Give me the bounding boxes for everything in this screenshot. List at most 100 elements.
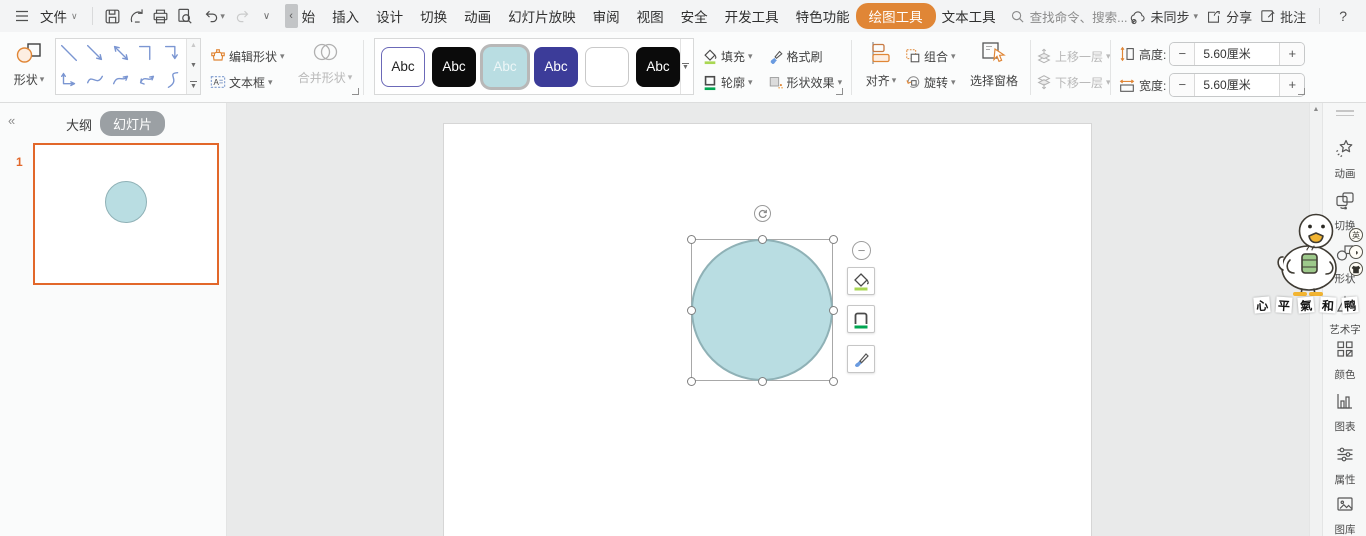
shape-style-preset[interactable]: Abc — [534, 47, 578, 87]
comment-button[interactable]: 批注 — [1259, 7, 1306, 26]
elbow-arrow-connector-icon[interactable] — [160, 39, 186, 67]
rotate-handle[interactable] — [754, 205, 771, 222]
elbow-connector-icon[interactable] — [134, 39, 160, 67]
slide-thumbnail[interactable] — [33, 143, 219, 285]
ribbon-tab[interactable]: 动画 — [464, 6, 491, 26]
align-button[interactable]: 对齐▾ — [858, 40, 904, 89]
gallery-more-icon[interactable]: ▼ — [190, 81, 197, 92]
sync-status-button[interactable]: 未同步 ▾ — [1128, 7, 1199, 26]
half-moon-badge[interactable]: ◑ — [1349, 245, 1363, 259]
resize-handle-s[interactable] — [758, 377, 767, 386]
quick-outline-button[interactable] — [847, 305, 875, 333]
preset-gallery-more-button[interactable]: ▼ — [680, 39, 690, 94]
ribbon-tab[interactable]: 幻灯片放映 — [508, 6, 576, 26]
shape-group-dialog-launcher[interactable] — [352, 88, 359, 95]
curved-double-arrow-connector-icon[interactable] — [134, 67, 160, 95]
resize-handle-sw[interactable] — [687, 377, 696, 386]
save-icon[interactable] — [101, 4, 125, 28]
slide-canvas[interactable]: − — [227, 103, 1309, 536]
gallery-scroll-down-icon[interactable]: ▼ — [190, 61, 197, 71]
width-decrease-button[interactable]: − — [1170, 74, 1194, 96]
tab-outline[interactable]: 大纲 — [66, 115, 92, 134]
shape-style-preset[interactable]: Abc — [432, 47, 476, 87]
sidebar-item-5[interactable]: 颜色 — [1323, 339, 1366, 382]
duck-mascot[interactable] — [1276, 212, 1350, 303]
resize-handle-se[interactable] — [829, 377, 838, 386]
sidebar-drag-handle[interactable] — [1336, 110, 1354, 119]
help-button[interactable]: ? — [1333, 8, 1353, 24]
shape-style-preset[interactable]: Abc — [483, 47, 527, 87]
freeform-curve-icon[interactable] — [160, 67, 186, 95]
quick-fill-button[interactable] — [847, 267, 875, 295]
ribbon-tab[interactable]: 切换 — [420, 6, 447, 26]
bring-forward-button[interactable]: 上移一层 ▾ — [1036, 45, 1111, 67]
ribbon-tab[interactable]: 插入 — [332, 6, 359, 26]
size-group-dialog-launcher[interactable] — [1298, 88, 1305, 95]
export-icon[interactable] — [125, 4, 149, 28]
scroll-up-icon[interactable]: ▲ — [1310, 106, 1322, 113]
insert-shape-button[interactable]: 形状▾ — [6, 41, 52, 88]
resize-handle-e[interactable] — [829, 306, 838, 315]
curved-connector-icon[interactable] — [82, 67, 108, 95]
sidebar-item-8[interactable]: 图库 — [1323, 494, 1366, 536]
send-backward-button[interactable]: 下移一层 ▾ — [1036, 71, 1111, 93]
group-button[interactable]: 组合 ▾ — [905, 45, 956, 67]
sidebar-item-7[interactable]: 属性 — [1323, 444, 1366, 487]
quick-access-more-icon[interactable]: ∨ — [255, 4, 279, 28]
selection-pane-button[interactable]: 选择窗格 — [962, 40, 1026, 89]
format-painter-button[interactable]: 格式刷 — [768, 48, 823, 65]
diagonal-double-arrow-icon[interactable] — [108, 39, 134, 67]
diagonal-arrow-icon[interactable] — [82, 39, 108, 67]
shape-style-preset[interactable]: Abc — [636, 47, 680, 87]
format-group-dialog-launcher[interactable] — [836, 88, 843, 95]
ribbon-tab[interactable]: 安全 — [681, 6, 708, 26]
height-value-field[interactable]: 5.60厘米 — [1194, 43, 1280, 65]
resize-handle-w[interactable] — [687, 306, 696, 315]
ribbon-tab[interactable]: 设计 — [376, 6, 403, 26]
fill-button[interactable]: 填充 ▾ — [702, 48, 753, 65]
tab-drawing-tools[interactable]: 绘图工具 — [856, 3, 936, 29]
width-value-field[interactable]: 5.60厘米 — [1194, 74, 1280, 96]
print-icon[interactable] — [149, 4, 173, 28]
height-decrease-button[interactable]: − — [1170, 43, 1194, 65]
tab-scroll-left-button[interactable]: ‹ — [285, 4, 298, 28]
collapse-quick-tools-button[interactable]: − — [852, 241, 871, 260]
ribbon-tab[interactable]: 审阅 — [593, 6, 620, 26]
file-menu-button[interactable]: 文件 ∨ — [40, 6, 78, 26]
language-badge[interactable]: 英 — [1349, 228, 1363, 242]
ribbon-tab[interactable]: 特色功能 — [796, 6, 850, 26]
outline-button[interactable]: 轮廓 ▾ — [702, 74, 753, 91]
rotate-button[interactable]: 旋转 ▾ — [905, 71, 956, 93]
tab-text-tools[interactable]: 文本工具 — [942, 6, 996, 26]
outfit-badge[interactable] — [1349, 262, 1363, 276]
selected-shape[interactable] — [691, 239, 833, 381]
shape-style-preset[interactable]: Abc — [381, 47, 425, 87]
resize-handle-n[interactable] — [758, 235, 767, 244]
elbow-double-arrow-connector-icon[interactable] — [56, 67, 82, 95]
ribbon-tab[interactable]: 始 — [302, 6, 316, 26]
sidebar-item-1[interactable]: 动画 — [1323, 138, 1366, 181]
shape-style-preset[interactable]: Abc — [585, 47, 629, 87]
quick-style-brush-button[interactable] — [847, 345, 875, 373]
command-search-box[interactable]: 查找命令、搜索... — [1010, 7, 1128, 26]
resize-handle-nw[interactable] — [687, 235, 696, 244]
text-box-button[interactable]: A 文本框 ▾ — [210, 71, 273, 93]
main-menu-icon[interactable] — [10, 4, 34, 28]
more-options-icon[interactable]: ⋮ — [1360, 8, 1366, 25]
redo-icon[interactable] — [231, 4, 255, 28]
vertical-scrollbar[interactable]: ▲ — [1309, 103, 1322, 536]
gallery-scroll-up-icon[interactable]: ▲ — [190, 41, 197, 51]
ribbon-tab[interactable]: 开发工具 — [725, 6, 779, 26]
resize-handle-ne[interactable] — [829, 235, 838, 244]
print-preview-icon[interactable] — [173, 4, 197, 28]
edit-shape-button[interactable]: 编辑形状 ▾ — [210, 45, 285, 67]
collapse-panel-icon[interactable]: « — [8, 113, 15, 128]
undo-icon[interactable]: ▾ — [197, 4, 231, 28]
height-increase-button[interactable]: + — [1280, 43, 1304, 65]
merge-shapes-button[interactable]: 合并形状▾ — [294, 41, 356, 86]
curved-arrow-connector-icon[interactable] — [108, 67, 134, 95]
sidebar-item-6[interactable]: 图表 — [1323, 391, 1366, 434]
shape-effects-button[interactable]: 形状效果 ▾ — [768, 74, 843, 91]
share-button[interactable]: 分享 — [1205, 7, 1252, 26]
diagonal-line-icon[interactable] — [56, 39, 82, 67]
